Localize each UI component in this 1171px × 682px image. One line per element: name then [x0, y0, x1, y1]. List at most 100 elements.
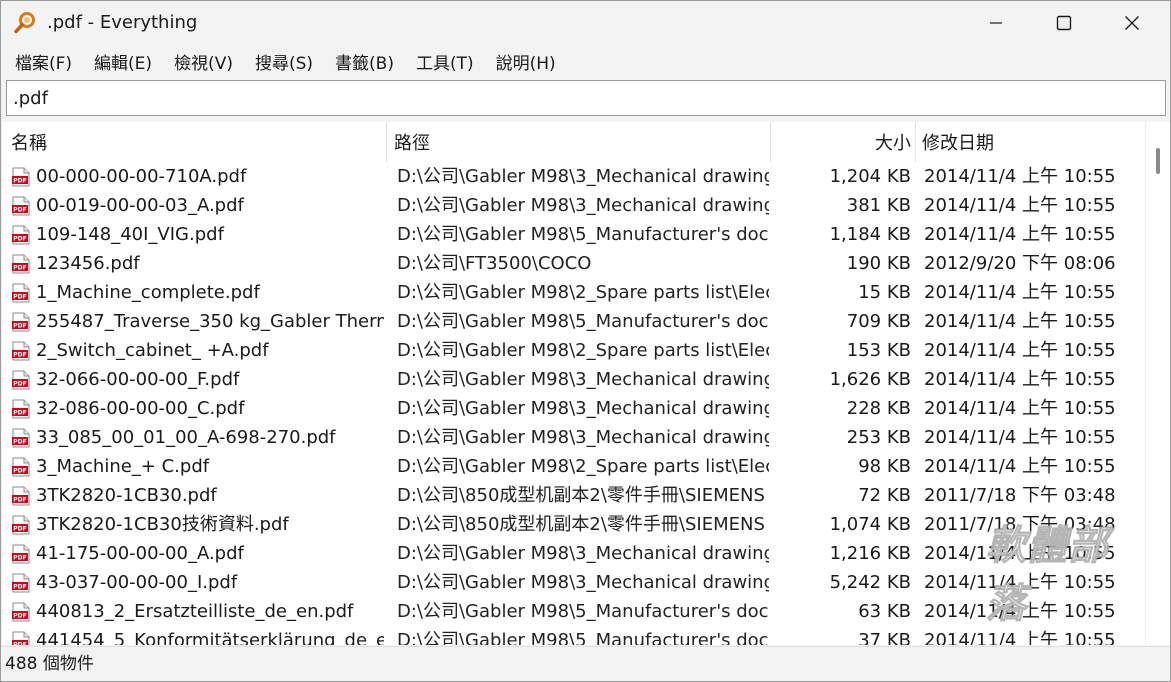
table-row[interactable]: PDF 2_Switch_cabinet_ +A.pdf D:\公司\Gabler … [2, 336, 1144, 365]
svg-text:PDF: PDF [13, 352, 26, 359]
table-row[interactable]: PDF 255487_Traverse_350 kg_Gabler Therm..… [2, 307, 1144, 336]
column-divider[interactable] [770, 122, 771, 162]
file-path: D:\公司\Gabler M98\2_Spare parts list\Elec… [397, 282, 769, 303]
pdf-file-icon: PDF [12, 225, 30, 245]
pdf-file-icon: PDF [12, 515, 30, 535]
svg-text:PDF: PDF [13, 381, 26, 388]
table-row[interactable]: PDF 00-000-00-00-710A.pdf D:\公司\Gabler M98… [2, 162, 1144, 191]
table-row[interactable]: PDF 3_Machine_+ C.pdf D:\公司\Gabler M98\2_S… [2, 452, 1144, 481]
file-size: 153 KB [846, 340, 911, 361]
pdf-file-icon: PDF [12, 486, 30, 506]
menu-help[interactable]: 說明(H) [486, 49, 566, 74]
file-name: 00-019-00-00-03_A.pdf [36, 195, 244, 216]
file-name: 32-086-00-00-00_C.pdf [36, 398, 245, 419]
svg-text:PDF: PDF [13, 468, 26, 475]
pdf-file-icon: PDF [12, 602, 30, 622]
file-size: 63 KB [858, 601, 911, 622]
svg-text:PDF: PDF [13, 294, 26, 301]
file-path: D:\公司\Gabler M98\3_Mechanical drawings [397, 195, 769, 216]
menu-file[interactable]: 檔案(F) [5, 49, 82, 74]
pdf-file-icon: PDF [12, 370, 30, 390]
table-row[interactable]: PDF 3TK2820-1CB30.pdf D:\公司\850成型机副本2\零件手冊… [2, 481, 1144, 510]
svg-text:PDF: PDF [13, 236, 26, 243]
file-name: 441454_5_Konformitätserklärung_de_e... [36, 630, 384, 645]
file-name: 41-175-00-00-00_A.pdf [36, 543, 244, 564]
file-name: 3_Machine_+ C.pdf [36, 456, 210, 477]
file-date: 2014/11/4 上午 10:55 [924, 311, 1116, 332]
menu-view[interactable]: 檢視(V) [164, 49, 243, 74]
table-row[interactable]: PDF 00-019-00-00-03_A.pdf D:\公司\Gabler M98… [2, 191, 1144, 220]
menu-edit[interactable]: 編輯(E) [84, 49, 162, 74]
column-divider[interactable] [386, 122, 387, 162]
maximize-icon [1056, 15, 1072, 31]
column-size-header[interactable]: 大小 [772, 122, 911, 162]
file-date: 2014/11/4 上午 10:55 [924, 224, 1116, 245]
file-size: 1,216 KB [829, 543, 911, 564]
file-path: D:\公司\Gabler M98\3_Mechanical drawings [397, 166, 769, 187]
file-name: 33_085_00_01_00_A-698-270.pdf [36, 427, 336, 448]
file-size: 37 KB [858, 630, 911, 645]
maximize-button[interactable] [1030, 1, 1098, 45]
vertical-scrollbar[interactable] [1145, 122, 1170, 645]
file-path: D:\公司\Gabler M98\3_Mechanical drawings [397, 427, 769, 448]
pdf-file-icon: PDF [12, 399, 30, 419]
minimize-button[interactable] [962, 1, 1030, 45]
file-name: 2_Switch_cabinet_ +A.pdf [36, 340, 269, 361]
file-size: 1,204 KB [829, 166, 911, 187]
file-path: D:\公司\Gabler M98\3_Mechanical drawings [397, 398, 769, 419]
pdf-file-icon: PDF [12, 196, 30, 216]
file-name: 3TK2820-1CB30.pdf [36, 485, 217, 506]
scrollbar-thumb[interactable] [1156, 148, 1160, 174]
file-path: D:\公司\Gabler M98\3_Mechanical drawings [397, 543, 769, 564]
svg-text:PDF: PDF [13, 613, 26, 620]
file-name: 255487_Traverse_350 kg_Gabler Therm... [36, 311, 384, 332]
file-size: 381 KB [846, 195, 911, 216]
table-row[interactable]: PDF 33_085_00_01_00_A-698-270.pdf D:\公司\Ga… [2, 423, 1144, 452]
pdf-file-icon: PDF [12, 312, 30, 332]
file-size: 1,184 KB [829, 224, 911, 245]
pdf-file-icon: PDF [12, 573, 30, 593]
pdf-file-icon: PDF [12, 341, 30, 361]
file-path: D:\公司\850成型机副本2\零件手冊\SIEMENS [397, 485, 765, 506]
file-size: 72 KB [858, 485, 911, 506]
pdf-file-icon: PDF [12, 544, 30, 564]
table-row[interactable]: PDF 41-175-00-00-00_A.pdf D:\公司\Gabler M98… [2, 539, 1144, 568]
table-row[interactable]: PDF 32-086-00-00-00_C.pdf D:\公司\Gabler M98… [2, 394, 1144, 423]
column-name-header[interactable]: 名稱 [11, 122, 381, 162]
file-date: 2012/9/20 下午 08:06 [924, 253, 1116, 274]
file-date: 2014/11/4 上午 10:55 [924, 166, 1116, 187]
file-size: 5,242 KB [829, 572, 911, 593]
table-row[interactable]: PDF 43-037-00-00-00_I.pdf D:\公司\Gabler M98… [2, 568, 1144, 597]
object-count: 488 個物件 [5, 654, 94, 674]
file-name: 123456.pdf [36, 253, 140, 274]
table-row[interactable]: PDF 440813_2_Ersatzteilliste_de_en.pdf D:\… [2, 597, 1144, 626]
pdf-file-icon: PDF [12, 428, 30, 448]
window-title: .pdf - Everything [47, 12, 198, 33]
file-date: 2014/11/4 上午 10:55 [924, 398, 1116, 419]
file-size: 253 KB [846, 427, 911, 448]
pdf-file-icon: PDF [12, 457, 30, 477]
close-button[interactable] [1098, 1, 1166, 45]
table-row[interactable]: PDF 441454_5_Konformitätserklärung_de_e..… [2, 626, 1144, 645]
file-size: 709 KB [846, 311, 911, 332]
file-name: 440813_2_Ersatzteilliste_de_en.pdf [36, 601, 354, 622]
search-input[interactable] [6, 80, 1166, 116]
file-name: 109-148_40I_VIG.pdf [36, 224, 224, 245]
pdf-file-icon: PDF [12, 631, 30, 645]
column-divider[interactable] [915, 122, 916, 162]
file-path: D:\公司\Gabler M98\3_Mechanical drawings [397, 369, 769, 390]
table-row[interactable]: PDF 32-066-00-00-00_F.pdf D:\公司\Gabler M98… [2, 365, 1144, 394]
table-row[interactable]: PDF 123456.pdf D:\公司\FT3500\COCO 190 KB 2012… [2, 249, 1144, 278]
column-path-header[interactable]: 路徑 [394, 122, 764, 162]
menu-search[interactable]: 搜尋(S) [245, 49, 323, 74]
menu-bookmarks[interactable]: 書籤(B) [325, 49, 404, 74]
table-row[interactable]: PDF 109-148_40I_VIG.pdf D:\公司\Gabler M98\5… [2, 220, 1144, 249]
title-bar[interactable]: .pdf - Everything [1, 1, 1170, 45]
table-row[interactable]: PDF 3TK2820-1CB30技術資料.pdf D:\公司\850成型机副本2\… [2, 510, 1144, 539]
menu-tools[interactable]: 工具(T) [406, 49, 484, 74]
svg-text:PDF: PDF [13, 410, 26, 417]
column-date-header[interactable]: 修改日期 [922, 122, 1137, 162]
table-row[interactable]: PDF 1_Machine_complete.pdf D:\公司\Gabler M9… [2, 278, 1144, 307]
file-name: 3TK2820-1CB30技術資料.pdf [36, 514, 289, 535]
file-path: D:\公司\Gabler M98\5_Manufacturer's doc... [397, 630, 769, 645]
